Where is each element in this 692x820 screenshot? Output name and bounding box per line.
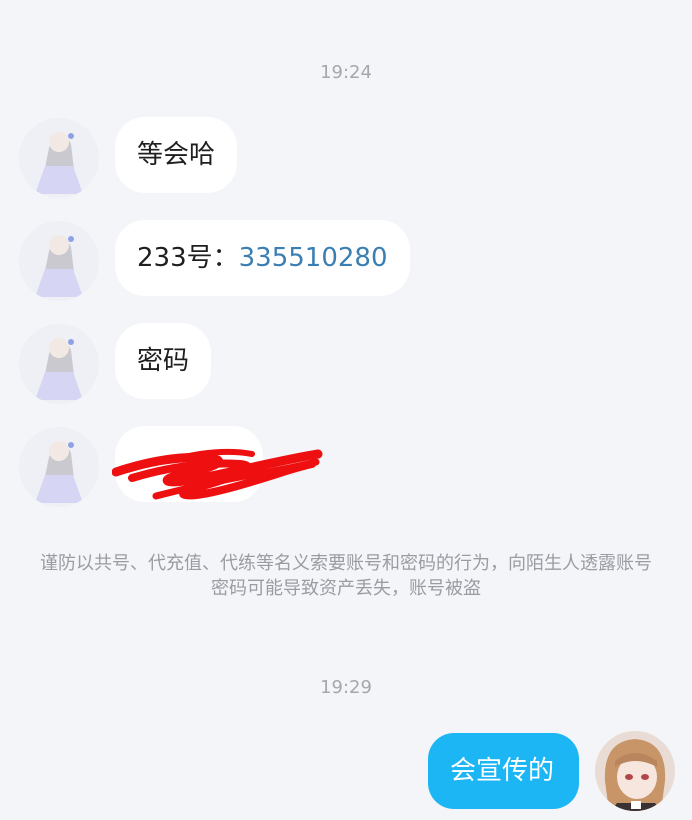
message-bubble[interactable]: 密码 — [115, 323, 212, 399]
message-text: 233号： — [137, 243, 239, 273]
timestamp: 19:24 — [320, 62, 372, 83]
message-bubble[interactable]: 233号：335510280 — [115, 220, 410, 296]
chat-conversation[interactable]: 19:24 等会哈 233号：335510280 密码 谨防以共号、代充值、代练… — [0, 0, 692, 820]
anime-girl-avatar-icon — [19, 221, 99, 301]
anime-girl-avatar-icon — [19, 427, 99, 507]
anime-girl-avatar-icon — [19, 324, 99, 404]
redaction-scribble — [112, 449, 323, 500]
message-text: 密码 — [137, 346, 190, 376]
message-text: 会宣传的 — [450, 756, 555, 786]
my-message-bubble[interactable]: 会宣传的 — [428, 733, 579, 809]
timestamp: 19:29 — [320, 677, 372, 698]
security-notice: 谨防以共号、代充值、代练等名义索要账号和密码的行为，向陌生人透露账号密码可能导致… — [40, 553, 652, 599]
contact-avatar[interactable] — [19, 427, 99, 507]
qq-number-link[interactable]: 335510280 — [239, 243, 388, 273]
my-avatar[interactable] — [595, 731, 675, 811]
anime-character-avatar-icon — [595, 731, 675, 811]
message-bubble[interactable]: 等会哈 — [115, 117, 238, 193]
message-text: 等会哈 — [137, 140, 216, 170]
contact-avatar[interactable] — [19, 324, 99, 404]
anime-girl-avatar-icon — [19, 118, 99, 198]
contact-avatar[interactable] — [19, 221, 99, 301]
contact-avatar[interactable] — [19, 118, 99, 198]
